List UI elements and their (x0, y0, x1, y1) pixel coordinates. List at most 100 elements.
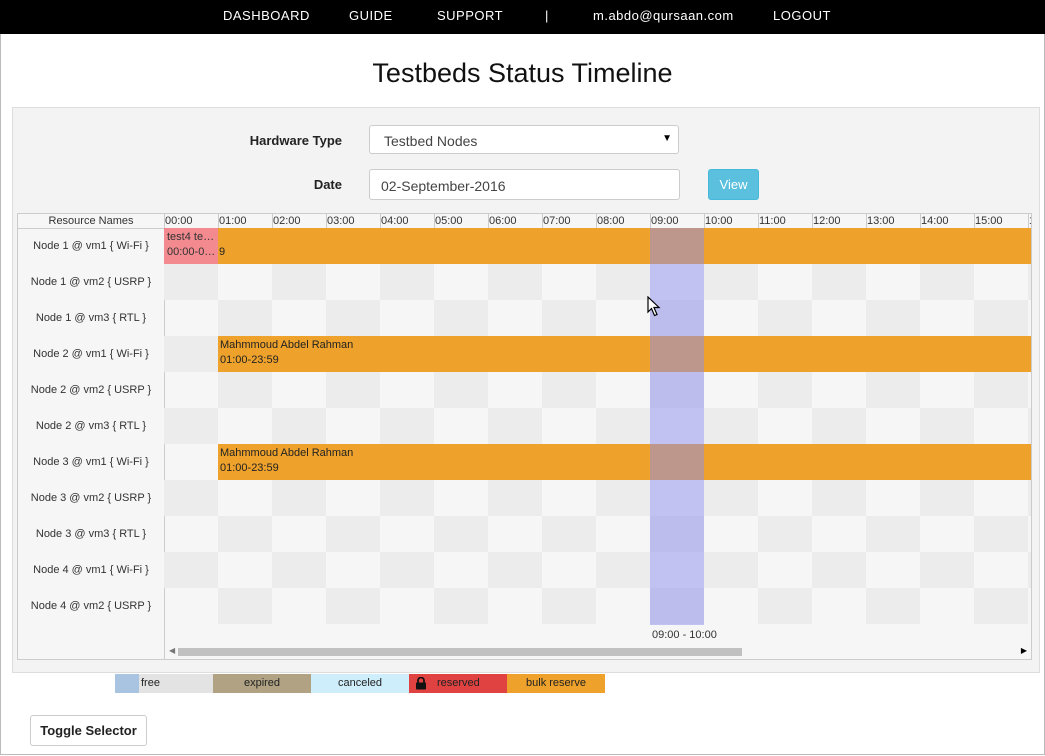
timeline-cell[interactable] (1028, 480, 1031, 516)
timeline-cell[interactable] (380, 264, 434, 300)
timeline-cell[interactable] (164, 336, 218, 372)
timeline-cell[interactable] (434, 516, 488, 552)
nav-user-email[interactable]: m.abdo@qursaan.com (593, 8, 734, 23)
timeline-cell[interactable] (542, 300, 596, 336)
timeline-cell[interactable] (272, 408, 326, 444)
timeline-cell[interactable] (758, 372, 812, 408)
scroll-left-icon[interactable]: ◀ (169, 646, 175, 655)
reservation-bar-expired[interactable]: test4 te… 00:00-0… (164, 228, 218, 264)
timeline-cell[interactable] (758, 588, 812, 624)
reservation-user: Mahmmoud Abdel Rahman (220, 339, 354, 351)
timeline-cell[interactable] (758, 516, 812, 552)
timeline-cell[interactable] (974, 372, 1028, 408)
timeline-cell[interactable] (434, 300, 488, 336)
timeline-cell[interactable] (974, 516, 1028, 552)
hour-label: 02:00 (273, 215, 301, 227)
timeline-cell[interactable] (434, 588, 488, 624)
timeline-cell[interactable] (164, 552, 218, 588)
reservation-bar-time: 9 (219, 246, 226, 258)
timeline-cell[interactable] (704, 480, 758, 516)
timeline-cell[interactable] (812, 480, 866, 516)
hour-divider (866, 214, 867, 228)
timeline-cell[interactable] (866, 300, 920, 336)
timeline-cell[interactable] (920, 408, 974, 444)
nav-dashboard-link[interactable]: DASHBOARD (223, 8, 310, 23)
hour-label: 06:00 (489, 215, 517, 227)
timeline-cell[interactable] (704, 264, 758, 300)
timeline-cell[interactable] (488, 480, 542, 516)
reservation-bar[interactable]: Mahmmoud Abdel Rahman 01:00-23:59 (218, 444, 1031, 480)
timeline-grid[interactable]: Resource Names 00:00 01:00 02:00 03:00 04:00… (17, 213, 1032, 660)
hardware-type-select[interactable]: Testbed Nodes ▼ (369, 125, 679, 154)
reservation-user: Mahmmoud Abdel Rahman (220, 447, 354, 459)
timeline-cell[interactable] (272, 552, 326, 588)
hour-label: 00:00 (165, 215, 193, 227)
timeline-cell[interactable] (326, 372, 380, 408)
timeline-cell[interactable] (542, 372, 596, 408)
hardware-type-label: Hardware Type (249, 133, 342, 148)
timeline-cell[interactable] (218, 300, 272, 336)
hour-label: 12:00 (813, 215, 841, 227)
timeline-cell[interactable] (488, 264, 542, 300)
timeline-cell[interactable] (866, 372, 920, 408)
lock-icon (416, 677, 426, 690)
reservation-bar[interactable]: 9 (164, 228, 1031, 264)
hour-label: 03:00 (327, 215, 355, 227)
view-button[interactable]: View (708, 169, 759, 200)
timeline-cell[interactable] (866, 588, 920, 624)
timeline-cell[interactable] (218, 516, 272, 552)
timeline-cell[interactable] (326, 300, 380, 336)
timeline-cell[interactable] (164, 408, 218, 444)
timeline-cell[interactable] (920, 480, 974, 516)
timeline-cell[interactable] (1028, 408, 1031, 444)
timeline-cell[interactable] (218, 588, 272, 624)
timeline-cell[interactable] (488, 408, 542, 444)
timeline-cell[interactable] (380, 480, 434, 516)
timeline-cell[interactable] (596, 552, 650, 588)
timeline-cell[interactable] (596, 408, 650, 444)
nav-logout-link[interactable]: LOGOUT (773, 8, 831, 23)
legend-expired: expired (213, 674, 311, 693)
timeline-cell[interactable] (1028, 264, 1031, 300)
timeline-cell[interactable] (326, 588, 380, 624)
hour-label: 15:00 (975, 215, 1003, 227)
timeline-cell[interactable] (164, 480, 218, 516)
timeline-cell[interactable] (704, 408, 758, 444)
timeline-cell[interactable] (812, 264, 866, 300)
timeline-cell[interactable] (920, 552, 974, 588)
timeline-cell[interactable] (974, 300, 1028, 336)
timeline-cell[interactable] (1028, 552, 1031, 588)
time-selection-highlight[interactable] (650, 228, 704, 625)
scroll-right-icon[interactable]: ▶ (1021, 646, 1027, 655)
date-label: Date (313, 177, 342, 192)
timeline-cell[interactable] (542, 588, 596, 624)
timeline-cell[interactable] (596, 480, 650, 516)
date-input[interactable]: 02-September-2016 (369, 169, 680, 200)
timeline-cell[interactable] (974, 588, 1028, 624)
timeline-cell[interactable] (920, 264, 974, 300)
timeline-cell[interactable] (326, 516, 380, 552)
timeline-cell[interactable] (272, 480, 326, 516)
scrollbar-thumb[interactable] (178, 648, 742, 656)
reservation-bar[interactable]: Mahmmoud Abdel Rahman 01:00-23:59 (218, 336, 1031, 372)
timeline-cell[interactable] (812, 552, 866, 588)
horizontal-scrollbar[interactable]: ◀ ▶ (164, 644, 1031, 659)
timeline-cell[interactable] (218, 372, 272, 408)
timeline-cell[interactable] (488, 552, 542, 588)
nav-support-link[interactable]: SUPPORT (437, 8, 503, 23)
timeline-cell[interactable] (704, 552, 758, 588)
timeline-cell[interactable] (596, 264, 650, 300)
timeline-cell[interactable] (866, 516, 920, 552)
timeline-cell[interactable] (272, 264, 326, 300)
timeline-cell[interactable] (758, 300, 812, 336)
timeline-cell[interactable] (380, 552, 434, 588)
timeline-cell[interactable] (434, 372, 488, 408)
timeline-cell[interactable] (380, 408, 434, 444)
hour-label: 14:00 (921, 215, 949, 227)
timeline-cell[interactable] (542, 516, 596, 552)
toggle-selector-button[interactable]: Toggle Selector (30, 715, 147, 746)
timeline-cell[interactable] (164, 264, 218, 300)
nav-guide-link[interactable]: GUIDE (349, 8, 393, 23)
chevron-down-icon: ▼ (662, 133, 672, 144)
timeline-cell[interactable] (812, 408, 866, 444)
